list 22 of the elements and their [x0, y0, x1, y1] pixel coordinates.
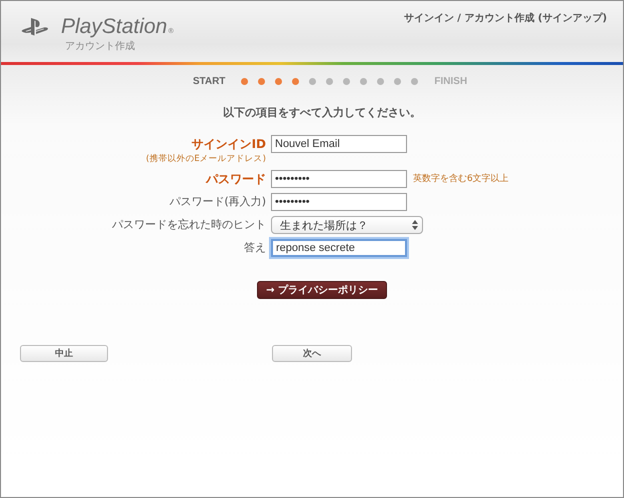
input-field[interactable]: Nouvel Email — [271, 135, 407, 153]
field-hint: 英数字を含む6文字以上 — [413, 172, 509, 186]
page-title: サインイン / アカウント作成 (サインアップ) — [404, 11, 607, 26]
field-label: パスワード(再入力) — [169, 194, 266, 210]
field-label: パスワードを忘れた時のヒント — [112, 217, 266, 233]
privacy-policy-button[interactable]: → プライバシーポリシー — [257, 281, 387, 299]
updown-arrows-icon — [412, 220, 418, 230]
cancel-button[interactable]: 中止 — [20, 345, 108, 362]
progress-finish-label: FINISH — [434, 76, 468, 87]
field-label: 答え — [244, 240, 266, 256]
next-button[interactable]: 次へ — [272, 345, 352, 362]
header-subtitle: アカウント作成 — [65, 40, 136, 53]
hint-question-dropdown[interactable]: 生まれた場所は？ — [271, 216, 423, 234]
input-field[interactable]: reponse secrete — [271, 239, 407, 257]
input-field[interactable]: ••••••••• — [271, 193, 407, 211]
progress-start-label: START — [192, 76, 226, 87]
field-label: パスワード — [206, 171, 266, 188]
field-sublabel: (携帯以外のEメールアドレス) — [146, 153, 266, 165]
field-label: サインインID — [192, 136, 266, 153]
playstation-logo-icon — [21, 17, 49, 37]
instruction-text: 以下の項目をすべて入力してください。 — [223, 105, 421, 120]
input-field[interactable]: ••••••••• — [271, 170, 407, 188]
